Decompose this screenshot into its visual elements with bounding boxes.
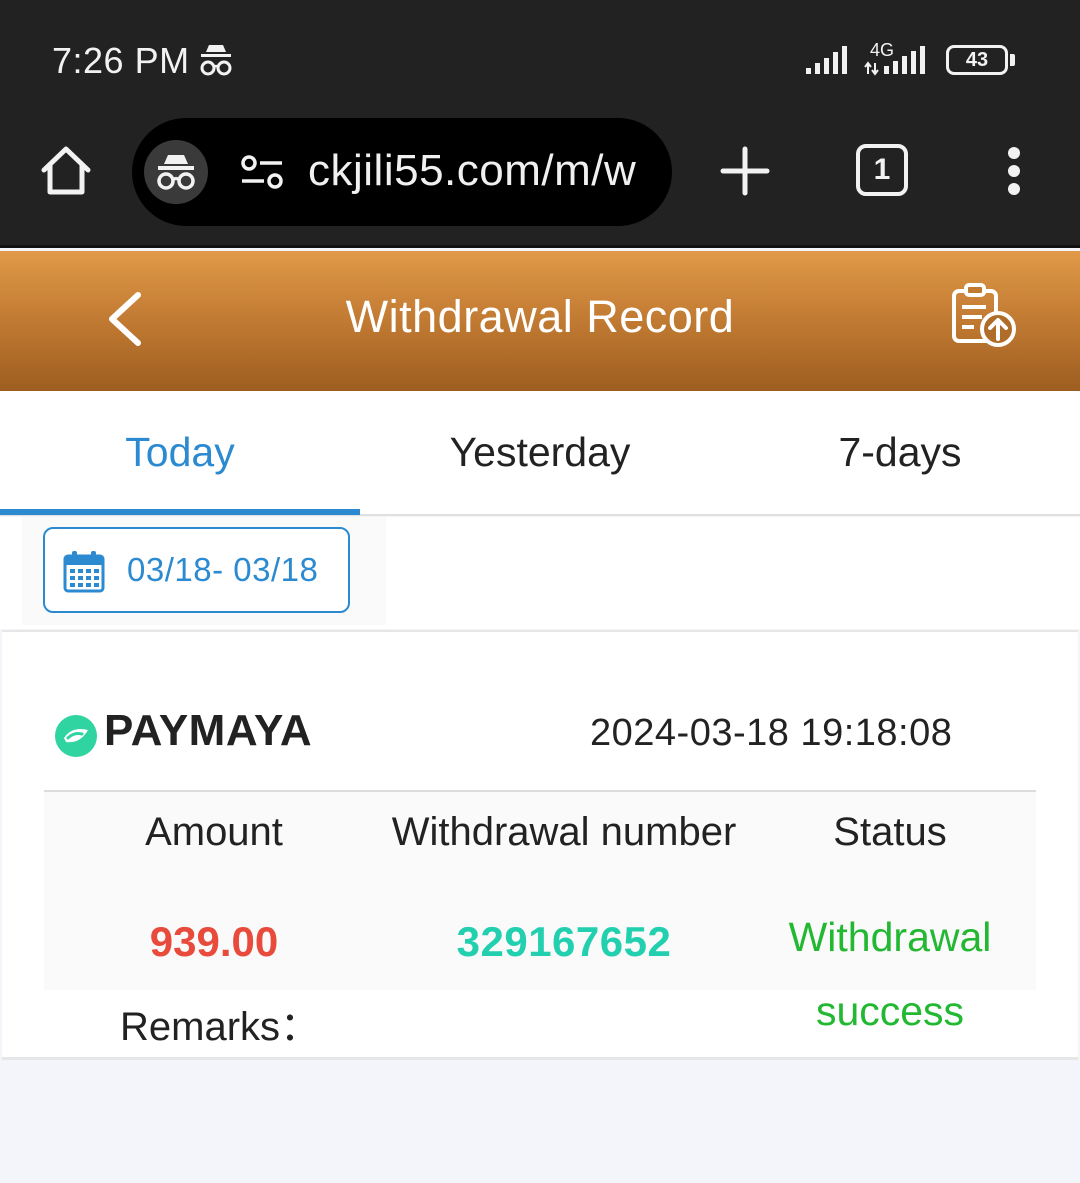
- battery-tip: [1010, 54, 1015, 66]
- status-value: Withdrawal success: [788, 914, 992, 1034]
- status-time: 7:26 PM: [52, 40, 190, 81]
- browser-toolbar: ckjili55.com/m/w 1: [0, 118, 1080, 248]
- url-text[interactable]: ckjili55.com/m/w: [308, 146, 654, 196]
- home-icon[interactable]: [38, 142, 94, 198]
- withdrawal-record-card: PAYMAYA 2024-03-18 19:18:08 Amount Withd…: [2, 630, 1078, 1060]
- page-title: Withdrawal Record: [345, 291, 735, 342]
- battery-icon: 43: [946, 45, 1008, 75]
- date-tabs: Today Yesterday 7-days: [0, 391, 1080, 516]
- record-details: Amount Withdrawal number Status 939.00 3…: [44, 790, 1036, 1034]
- export-record-icon[interactable]: [948, 281, 1020, 353]
- paymaya-logo-icon: [54, 714, 98, 758]
- more-vert-icon[interactable]: [1002, 146, 1026, 196]
- tab-yesterday[interactable]: Yesterday: [360, 391, 720, 516]
- date-range-text: 03/18- 03/18: [127, 551, 319, 588]
- tune-icon[interactable]: [240, 154, 284, 190]
- address-bar[interactable]: ckjili55.com/m/w: [132, 118, 672, 226]
- payment-method: PAYMAYA: [104, 706, 313, 755]
- column-amount: Amount: [145, 810, 283, 854]
- app-header: Withdrawal Record: [0, 251, 1080, 391]
- signal-icon: [804, 44, 854, 76]
- tab-today[interactable]: Today: [0, 391, 360, 516]
- remarks-label: Remarks：: [120, 1005, 321, 1049]
- withdrawal-number-value: 329167652: [456, 918, 672, 965]
- calendar-icon: [63, 549, 105, 593]
- column-status: Status: [833, 810, 947, 854]
- signal-4g-icon: [864, 44, 934, 76]
- tabs-icon[interactable]: 1: [856, 144, 908, 196]
- record-datetime: 2024-03-18 19:18:08: [590, 712, 953, 754]
- status-bar: 7:26 PM 4G 43: [0, 0, 1080, 118]
- tab-7-days[interactable]: 7-days: [720, 391, 1080, 516]
- active-tab-indicator: [0, 509, 360, 515]
- incognito-icon[interactable]: [144, 140, 208, 204]
- column-withdrawal-number: Withdrawal number: [391, 810, 737, 854]
- plus-icon[interactable]: [720, 146, 770, 196]
- filter-area: 03/18- 03/18: [0, 517, 1080, 629]
- incognito-icon: [198, 42, 234, 78]
- amount-value: 939.00: [149, 918, 279, 965]
- date-range-button[interactable]: 03/18- 03/18: [43, 527, 350, 613]
